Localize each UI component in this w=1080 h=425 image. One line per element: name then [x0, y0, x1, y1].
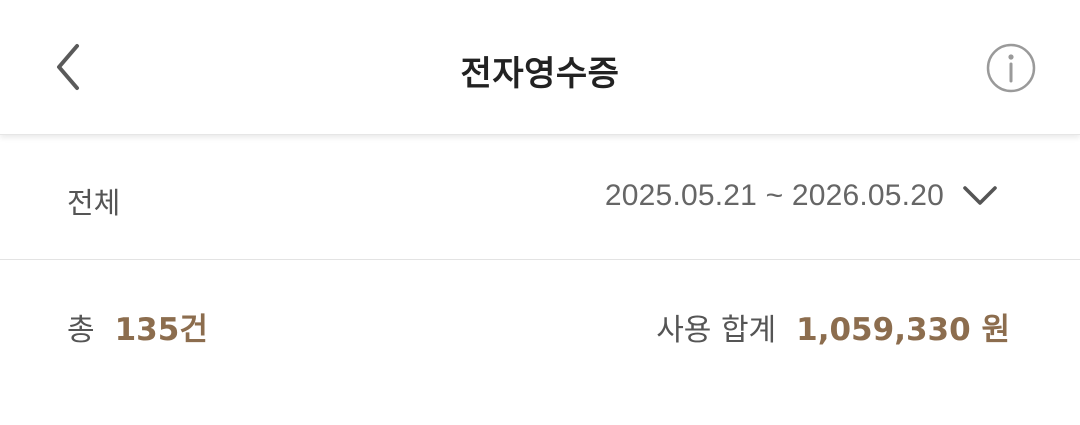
- total-count: 135건: [114, 312, 208, 348]
- summary-bar: 총 135건 사용 합계 1,059,330 원: [0, 260, 1080, 390]
- info-button[interactable]: [984, 41, 1038, 95]
- chevron-down-icon: [962, 184, 998, 208]
- filter-bar: 전체 2025.05.21 ~ 2026.05.20: [0, 135, 1080, 260]
- category-filter[interactable]: 전체: [67, 180, 120, 222]
- total-label: 총: [67, 313, 95, 348]
- page-title: 전자영수증: [460, 54, 620, 94]
- usage-sum-group: 사용 합계 1,059,330 원: [656, 304, 1010, 349]
- app-header: 전자영수증: [0, 0, 1080, 135]
- total-count-group: 총 135건: [67, 304, 208, 349]
- usage-sum-label: 사용 합계: [656, 313, 777, 348]
- info-circle-icon: [986, 43, 1036, 93]
- usage-sum-amount: 1,059,330 원: [796, 312, 1010, 348]
- date-range-text: 2025.05.21 ~ 2026.05.20: [604, 179, 944, 212]
- date-range-selector[interactable]: 2025.05.21 ~ 2026.05.20: [605, 179, 998, 213]
